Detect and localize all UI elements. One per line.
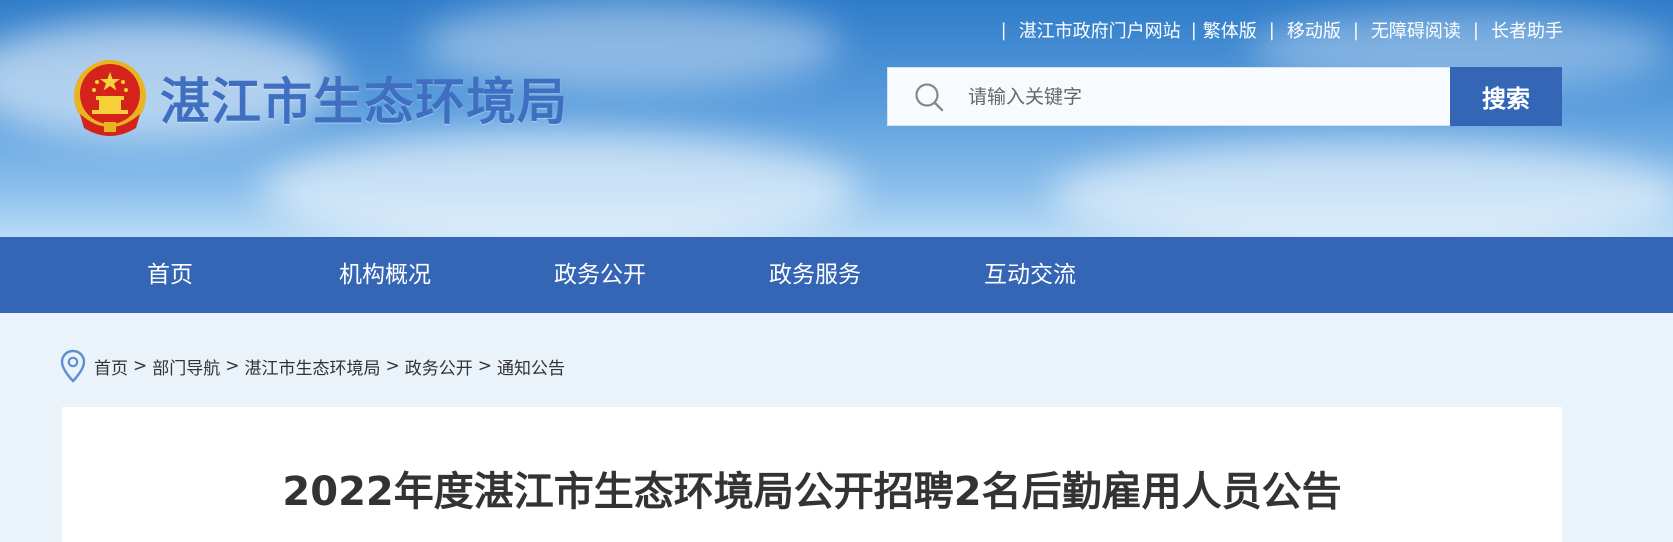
divider: | [1000, 19, 1007, 41]
site-title[interactable]: 湛江市生态环境局 [160, 62, 568, 134]
search-input[interactable] [968, 68, 1450, 125]
sky-cloud [1050, 140, 1673, 237]
search-field-container [887, 67, 1450, 126]
mobile-version-link[interactable]: 移动版 [1287, 17, 1341, 43]
nav-item-home[interactable]: 首页 [120, 237, 220, 313]
search-button[interactable]: 搜索 [1450, 67, 1562, 126]
traditional-chinese-link[interactable]: 繁体版 [1203, 17, 1257, 43]
search-icon [915, 82, 944, 111]
breadcrumb-government-affairs[interactable]: 政务公开 [405, 354, 473, 379]
breadcrumb-separator: > [225, 356, 240, 376]
location-pin-icon [60, 349, 86, 383]
article-title: 2022年度湛江市生态环境局公开招聘2名后勤雇用人员公告 [282, 469, 1342, 515]
search-bar: 搜索 [887, 67, 1562, 126]
breadcrumb: 首页 > 部门导航 > 湛江市生态环境局 > 政务公开 > 通知公告 [60, 349, 565, 383]
divider: | [1352, 19, 1359, 41]
portal-link[interactable]: 湛江市政府门户网站 [1019, 17, 1181, 43]
nav-item-interaction[interactable]: 互动交流 [970, 237, 1090, 313]
nav-item-government-affairs-disclosure[interactable]: 政务公开 [540, 237, 660, 313]
nav-item-government-services[interactable]: 政务服务 [755, 237, 875, 313]
breadcrumb-separator: > [133, 356, 148, 376]
breadcrumb-bureau[interactable]: 湛江市生态环境局 [245, 354, 381, 379]
divider: | [1472, 19, 1479, 41]
divider: | [1190, 19, 1197, 41]
nav-item-organization[interactable]: 机构概况 [325, 237, 445, 313]
elderly-assistant-link[interactable]: 长者助手 [1491, 17, 1563, 43]
accessible-reading-link[interactable]: 无障碍阅读 [1371, 17, 1461, 43]
breadcrumb-separator: > [385, 356, 400, 376]
main-nav: 首页 机构概况 政务公开 政务服务 互动交流 [0, 237, 1673, 313]
article-container: 2022年度湛江市生态环境局公开招聘2名后勤雇用人员公告 [62, 407, 1562, 542]
national-emblem-logo[interactable] [70, 58, 150, 140]
site-header: | 湛江市政府门户网站 | 繁体版 | 移动版 | 无障碍阅读 | 长者助手 湛… [0, 0, 1673, 237]
breadcrumb-separator: > [477, 356, 492, 376]
divider: | [1268, 19, 1275, 41]
breadcrumb-department-nav[interactable]: 部门导航 [152, 354, 220, 379]
sky-cloud [260, 130, 860, 237]
breadcrumb-home[interactable]: 首页 [94, 354, 128, 379]
breadcrumb-notices[interactable]: 通知公告 [497, 354, 565, 379]
top-links-bar: | 湛江市政府门户网站 | 繁体版 | 移动版 | 无障碍阅读 | 长者助手 [989, 17, 1563, 43]
